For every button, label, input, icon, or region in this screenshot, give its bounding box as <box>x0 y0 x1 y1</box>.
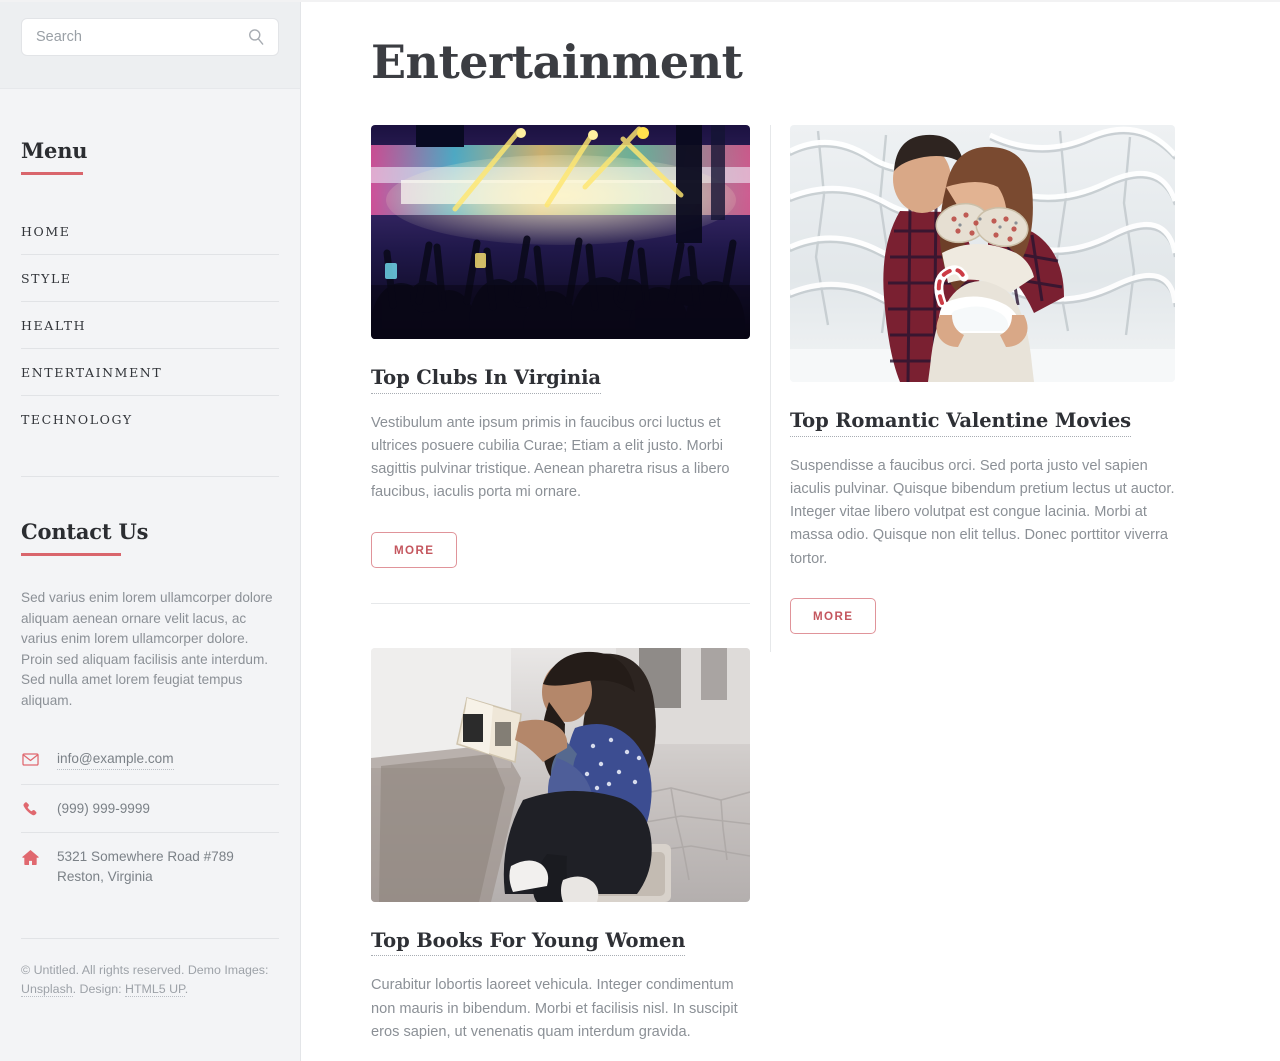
posts-columns: Top Clubs In Virginia Vestibulum ante ip… <box>371 125 1220 1061</box>
sidebar-content: Menu HOME STYLE HEALTH ENTERTAINMENT TEC… <box>0 89 300 999</box>
menu-link-health[interactable]: HEALTH <box>21 302 279 348</box>
page-root: Menu HOME STYLE HEALTH ENTERTAINMENT <box>0 0 1280 1061</box>
footer-unsplash-link[interactable]: Unsplash <box>21 982 73 997</box>
contact-section: Contact Us Sed varius enim lorem ullamco… <box>21 477 279 900</box>
more-button-top-clubs-in-virginia[interactable]: MORE <box>371 531 458 569</box>
post-image-winter-couple[interactable] <box>790 125 1175 383</box>
contact-email-link[interactable]: info@example.com <box>57 749 174 770</box>
post-text-top-books-for-young-women: Curabitur lobortis laoreet vehicula. Int… <box>371 977 738 1040</box>
contact-address-line2: Reston, Virginia <box>57 868 153 884</box>
contact-description: Sed varius enim lorem ullamcorper dolore… <box>21 590 273 708</box>
contact-item-email[interactable]: info@example.com <box>21 735 279 784</box>
column-divider <box>770 125 771 653</box>
menu-link-entertainment[interactable]: ENTERTAINMENT <box>21 349 279 395</box>
menu-link-technology[interactable]: TECHNOLOGY <box>21 396 279 442</box>
menu-item-style[interactable]: STYLE <box>21 254 279 301</box>
post-title-top-books-for-young-women[interactable]: Top Books For Young Women <box>371 929 685 957</box>
footer-html5up-link[interactable]: HTML5 UP <box>125 982 185 997</box>
contact-item-address: 5321 Somewhere Road #789 Reston, Virgini… <box>21 832 279 900</box>
main-content: Entertainment Top Clubs In Virginia Vest… <box>301 0 1280 1061</box>
search-input[interactable] <box>21 18 279 56</box>
column-gap <box>750 125 790 1061</box>
contact-heading: Contact Us <box>21 519 149 544</box>
woman-reading-book-image <box>371 648 750 903</box>
sidebar: Menu HOME STYLE HEALTH ENTERTAINMENT <box>0 0 301 1061</box>
contact-list: info@example.com (999) 999-9999 5321 Som… <box>21 735 279 900</box>
post-image-concert-crowd[interactable] <box>371 125 750 340</box>
page-title: Entertainment <box>371 35 743 89</box>
menu-item-home[interactable]: HOME <box>21 208 279 254</box>
menu-link-home[interactable]: HOME <box>21 208 279 254</box>
post-text-top-clubs-in-virginia: Vestibulum ante ipsum primis in faucibus… <box>371 414 730 501</box>
winter-couple-image <box>790 125 1175 383</box>
post-spacer <box>371 604 750 648</box>
contact-address-text: 5321 Somewhere Road #789 Reston, Virgini… <box>57 847 234 886</box>
post-top-books-for-young-women: Top Books For Young Women Curabitur lobo… <box>371 648 750 1061</box>
post-title-top-romantic-valentine-movies[interactable]: Top Romantic Valentine Movies <box>790 409 1131 437</box>
concert-crowd-image <box>371 125 750 340</box>
menu-heading: Menu <box>21 138 88 163</box>
posts-column-right: Top Romantic Valentine Movies Suspendiss… <box>790 125 1175 635</box>
post-title-top-clubs-in-virginia[interactable]: Top Clubs In Virginia <box>371 366 601 394</box>
contact-address-line1: 5321 Somewhere Road #789 <box>57 849 234 864</box>
footer-middle-text: . Design: <box>72 982 125 996</box>
footer-suffix: . <box>184 982 189 996</box>
menu-item-entertainment[interactable]: ENTERTAINMENT <box>21 348 279 395</box>
menu-accent-rule <box>21 172 83 175</box>
post-text-top-romantic-valentine-movies: Suspendisse a faucibus orci. Sed porta j… <box>790 457 1175 567</box>
more-button-top-romantic-valentine-movies[interactable]: MORE <box>790 597 877 635</box>
posts-column-left: Top Clubs In Virginia Vestibulum ante ip… <box>371 125 750 1061</box>
footer-copyright-prefix: © Untitled. All rights reserved. Demo Im… <box>21 963 269 977</box>
search-area <box>0 0 300 89</box>
phone-icon <box>21 799 43 818</box>
menu-item-health[interactable]: HEALTH <box>21 301 279 348</box>
post-top-romantic-valentine-movies: Top Romantic Valentine Movies Suspendiss… <box>790 125 1175 635</box>
sidebar-footer: © Untitled. All rights reserved. Demo Im… <box>21 938 279 999</box>
post-image-woman-reading[interactable] <box>371 648 750 903</box>
contact-accent-rule <box>21 553 121 556</box>
menu-list: HOME STYLE HEALTH ENTERTAINMENT TECHNOLO… <box>21 208 279 442</box>
menu-item-technology[interactable]: TECHNOLOGY <box>21 395 279 442</box>
contact-item-phone: (999) 999-9999 <box>21 783 279 833</box>
envelope-icon <box>21 749 43 769</box>
home-icon <box>21 847 43 867</box>
contact-phone-text: (999) 999-9999 <box>57 800 150 816</box>
menu-link-style[interactable]: STYLE <box>21 255 279 301</box>
menu-section: Menu HOME STYLE HEALTH ENTERTAINMENT TEC… <box>21 89 279 477</box>
search-wrap <box>21 18 279 56</box>
post-top-clubs-in-virginia: Top Clubs In Virginia Vestibulum ante ip… <box>371 125 750 569</box>
